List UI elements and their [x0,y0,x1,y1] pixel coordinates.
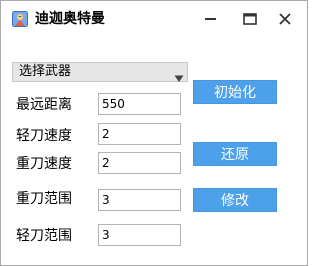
light-attack-range-input[interactable] [98,224,181,246]
app-icon [12,11,28,27]
light-attack-range-label: 轻刀范围 [16,228,72,244]
restore-button[interactable]: 还原 [193,142,277,166]
title-bar[interactable]: 迪迦奥特曼 [1,1,307,39]
minimize-icon[interactable] [203,11,219,27]
max-distance-input[interactable] [98,93,181,115]
light-attack-speed-label: 轻刀速度 [16,128,72,144]
heavy-attack-speed-input[interactable] [98,152,181,174]
chevron-down-icon [174,68,184,82]
app-window: 迪迦奥特曼 选择武器 最远距离 轻刀速度 重刀速度 [0,0,308,266]
close-icon[interactable] [277,11,293,27]
weapon-select-value: 选择武器 [19,64,72,79]
heavy-attack-speed-label: 重刀速度 [16,156,72,172]
modify-button[interactable]: 修改 [193,188,277,212]
light-attack-speed-input[interactable] [98,123,181,145]
weapon-select[interactable]: 选择武器 [12,62,188,82]
maximize-icon[interactable] [242,11,258,27]
heavy-attack-range-label: 重刀范围 [16,191,72,207]
heavy-attack-range-input[interactable] [98,189,181,211]
window-title: 迪迦奥特曼 [35,11,105,27]
init-button[interactable]: 初始化 [193,80,277,104]
max-distance-label: 最远距离 [16,97,72,113]
